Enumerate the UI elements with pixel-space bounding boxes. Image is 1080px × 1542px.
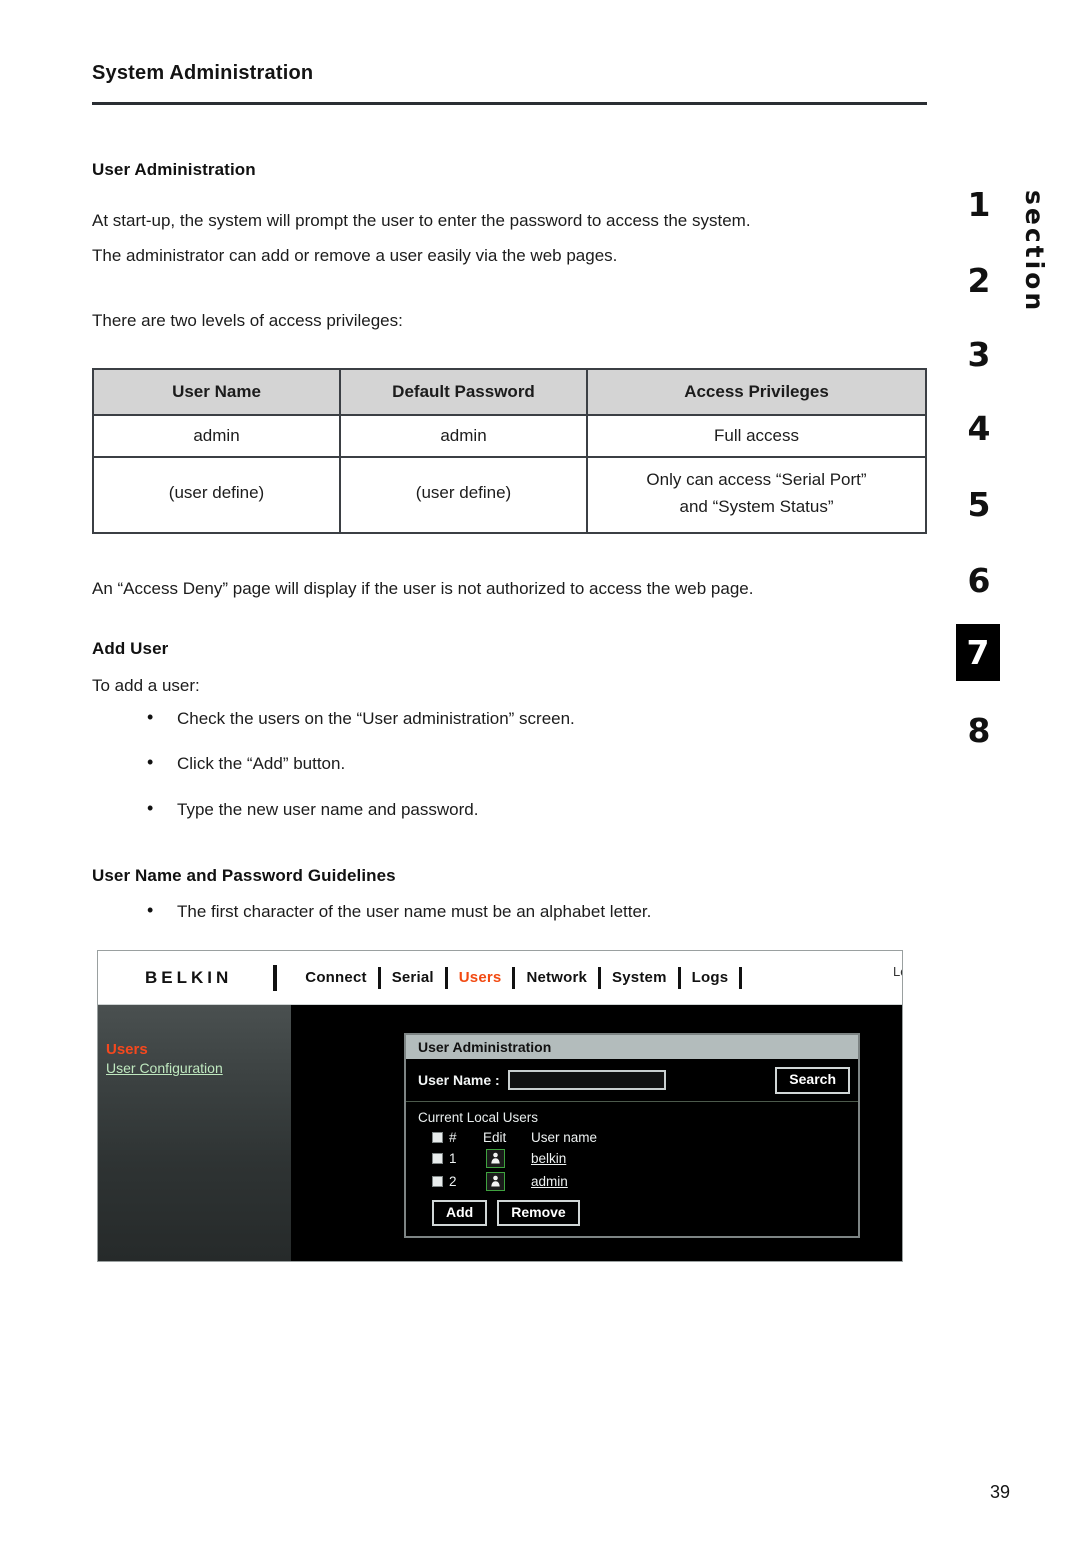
user-name-link[interactable]: belkin: [531, 1151, 566, 1166]
column-header-edit: Edit: [483, 1129, 507, 1145]
row-checkbox[interactable]: [432, 1175, 443, 1187]
user-name-input[interactable]: [507, 1070, 666, 1091]
tab-system[interactable]: System: [601, 969, 678, 986]
navbar-tabs: Connect Serial Users Network System Logs: [294, 966, 743, 989]
remove-button[interactable]: Remove: [497, 1199, 580, 1226]
heading-user-administration: User Administration: [92, 160, 256, 179]
user-search-row: User Name : Search: [406, 1060, 858, 1102]
section-tab-2[interactable]: 2: [956, 264, 1002, 297]
section-tab-1[interactable]: 1: [956, 188, 1002, 221]
access-privileges-line2: and “System Status”: [679, 496, 834, 516]
add-user-step-list: Check the users on the “User administrat…: [92, 705, 910, 822]
sidebar-item-user-configuration[interactable]: User Configuration: [106, 1060, 223, 1076]
list-header-row: # Edit User name: [418, 1130, 858, 1145]
list-item: Type the new user name and password.: [92, 796, 910, 822]
section-tab-7[interactable]: 7: [956, 624, 1000, 681]
cell-user-name: admin: [92, 413, 341, 458]
row-number: 2: [449, 1173, 457, 1189]
user-administration-panel: User Administration User Name : Search C…: [404, 1033, 860, 1238]
row-number: 1: [449, 1150, 457, 1166]
heading-guidelines: User Name and Password Guidelines: [92, 865, 396, 885]
paragraph-two-levels: There are two levels of access privilege…: [92, 311, 403, 331]
heading-add-user: Add User: [92, 639, 169, 659]
section-tab-6[interactable]: 6: [956, 564, 1002, 597]
paragraph-to-add-user: To add a user:: [92, 676, 200, 696]
access-privileges-line1: Only can access “Serial Port”: [646, 469, 867, 489]
section-tab-8[interactable]: 8: [956, 714, 1002, 747]
manual-page: System Administration User Administratio…: [0, 0, 1080, 1542]
column-header-access-privileges: Access Privileges: [586, 367, 927, 416]
table-row: 2 admin: [418, 1171, 858, 1191]
column-header-default-password: Default Password: [339, 367, 588, 416]
tab-connect[interactable]: Connect: [294, 969, 377, 986]
page-number: 39: [989, 1482, 1010, 1502]
paragraph-startup-line1: At start-up, the system will prompt the …: [92, 211, 751, 230]
cell-default-password: (user define): [339, 455, 588, 535]
logged-on-status: Logged on as ad: [893, 964, 902, 979]
column-header-user-name: User name: [531, 1129, 598, 1145]
user-edit-icon[interactable]: [486, 1171, 505, 1191]
list-title: Current Local Users: [418, 1109, 539, 1125]
user-name-label: User Name :: [418, 1072, 500, 1089]
tab-serial[interactable]: Serial: [381, 969, 445, 986]
table-header-row: User Name Default Password Access Privil…: [92, 367, 927, 416]
section-tab-3[interactable]: 3: [956, 338, 1002, 371]
table-row: (user define) (user define) Only can acc…: [92, 455, 927, 535]
list-item: Click the “Add” button.: [92, 750, 910, 776]
section-rail-label: section: [1020, 190, 1049, 314]
tab-users[interactable]: Users: [448, 969, 513, 986]
belkin-logo: BELKIN: [145, 967, 233, 987]
sidebar-title-users: Users: [106, 1041, 148, 1058]
cell-user-name: (user define): [92, 455, 341, 535]
search-button[interactable]: Search: [775, 1067, 850, 1094]
tab-network[interactable]: Network: [515, 969, 598, 986]
embedded-app-screenshot: BELKIN Connect Serial Users Network Syst…: [97, 950, 903, 1262]
access-privileges-table: User Name Default Password Access Privil…: [92, 367, 927, 535]
section-tab-5[interactable]: 5: [956, 488, 1002, 521]
column-header-user-name: User Name: [92, 367, 341, 416]
user-edit-icon[interactable]: [486, 1148, 505, 1168]
current-local-users-list: Current Local Users # Edit User name 1 b…: [406, 1102, 858, 1237]
column-header-number: #: [449, 1129, 457, 1145]
section-tab-4[interactable]: 4: [956, 412, 1002, 445]
app-body: Users User Configuration User Administra…: [98, 1005, 902, 1261]
cell-access-privileges: Only can access “Serial Port” and “Syste…: [586, 455, 927, 535]
list-item: The first character of the user name mus…: [92, 898, 910, 924]
app-sidebar: Users User Configuration: [98, 1005, 292, 1261]
running-head: System Administration: [92, 62, 927, 84]
tab-divider: [739, 966, 743, 989]
cell-access-privileges: Full access: [586, 413, 927, 458]
paragraph-access-deny: An “Access Deny” page will display if th…: [92, 579, 754, 599]
list-item: Check the users on the “User administrat…: [92, 705, 910, 731]
panel-action-buttons: Add Remove: [432, 1199, 858, 1226]
user-name-link[interactable]: admin: [531, 1174, 568, 1189]
row-checkbox[interactable]: [432, 1152, 443, 1164]
tab-logs[interactable]: Logs: [681, 969, 740, 986]
page-title: System Administration: [92, 62, 314, 84]
paragraph-startup-line2: The administrator can add or remove a us…: [92, 246, 618, 266]
select-all-checkbox[interactable]: [432, 1131, 443, 1143]
section-tab-rail: section 1 2 3 4 5 6 7 8: [938, 180, 1066, 800]
table-row: 1 belkin: [418, 1148, 858, 1168]
app-main-content: User Administration User Name : Search C…: [292, 1005, 902, 1261]
app-navbar: BELKIN Connect Serial Users Network Syst…: [98, 951, 902, 1005]
header-rule: [92, 102, 927, 105]
panel-title: User Administration: [406, 1035, 858, 1060]
navbar-divider: [273, 964, 278, 991]
cell-default-password: admin: [339, 413, 588, 458]
table-row: admin admin Full access: [92, 413, 927, 458]
add-button[interactable]: Add: [432, 1199, 488, 1226]
